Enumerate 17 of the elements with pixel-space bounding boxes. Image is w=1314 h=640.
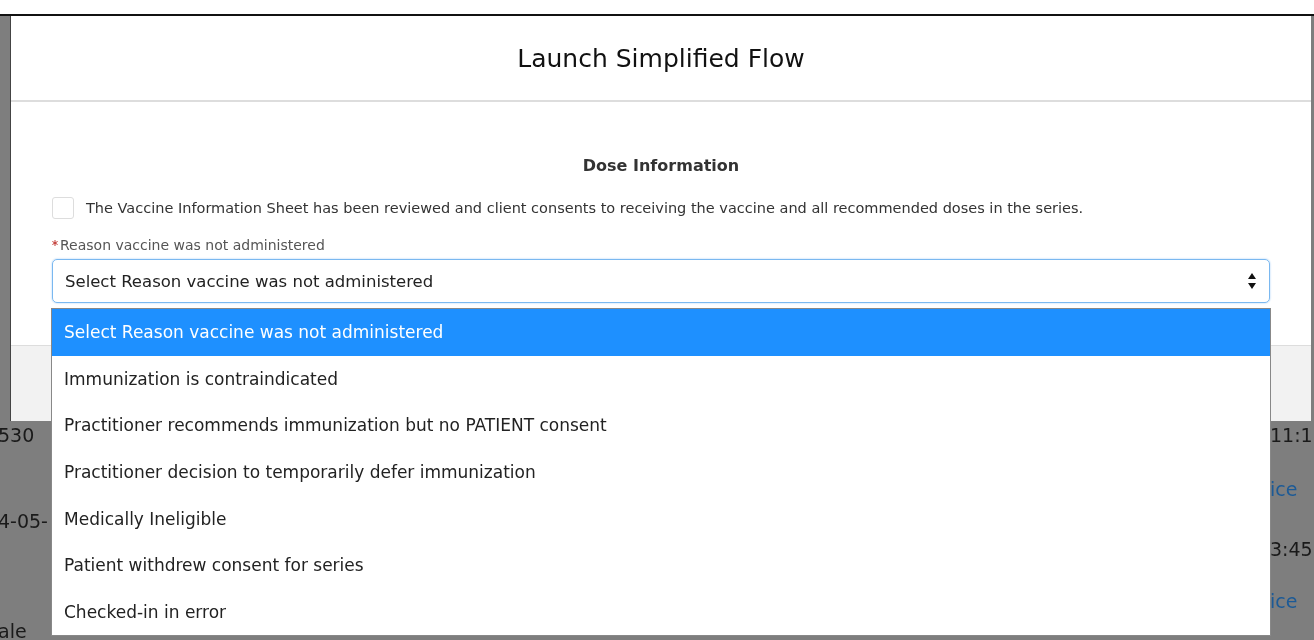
- dropdown-option[interactable]: Patient withdrew consent for series: [52, 541, 1270, 589]
- checkbox-label: The Vaccine Information Sheet has been reviewed and client consents to receiving the vaccine and all recommended doses in the series.: [86, 200, 1084, 216]
- section-title: Dose Information: [581, 156, 741, 175]
- dropdown-option[interactable]: Checked-in in error: [52, 588, 1270, 636]
- background-text: 11:1: [1270, 424, 1313, 446]
- dropdown-option[interactable]: Immunization is contraindicated: [52, 355, 1270, 403]
- modal-title: Launch Simplified Flow: [517, 43, 805, 73]
- background-text: 530: [0, 424, 35, 446]
- select-arrows-icon: [1247, 272, 1257, 290]
- reason-select[interactable]: Select Reason vaccine was not administered: [52, 259, 1270, 303]
- dropdown-option[interactable]: Practitioner recommends immunization but no PATIENT consent: [52, 402, 1270, 449]
- background-text: 3:45: [1270, 538, 1313, 560]
- background-text: ale: [0, 620, 27, 640]
- consent-checkbox[interactable]: [52, 197, 74, 219]
- dropdown-option[interactable]: Medically Ineligible: [52, 495, 1270, 542]
- dropdown-option[interactable]: Practitioner decision to temporarily defer immunization: [52, 448, 1270, 496]
- field-label: Reason vaccine was not administered: [60, 237, 325, 253]
